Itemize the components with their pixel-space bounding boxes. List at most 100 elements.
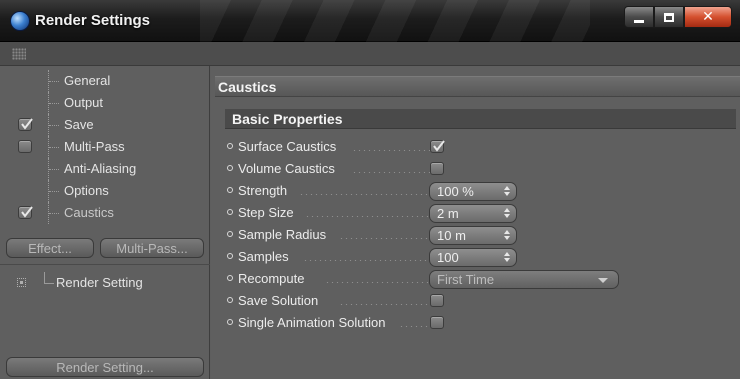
tree-line (48, 180, 60, 202)
render-setting-icon (17, 278, 26, 287)
stepper-arrows-icon[interactable] (504, 186, 510, 197)
animate-bullet-icon[interactable] (227, 275, 233, 281)
minimize-icon (634, 19, 644, 23)
sidebar-item-general[interactable]: General (0, 70, 210, 92)
property-label: Single Animation Solution (238, 315, 386, 330)
animate-bullet-icon[interactable] (227, 165, 233, 171)
tree-line (48, 70, 60, 92)
effect-button[interactable]: Effect... (6, 238, 94, 258)
drag-grip-icon[interactable] (12, 48, 26, 60)
sidebar-item-output[interactable]: Output (0, 92, 210, 114)
leader-dots (339, 304, 433, 305)
step-size-value: 2 m (437, 206, 459, 221)
checkmark-icon (21, 206, 33, 218)
animate-bullet-icon[interactable] (227, 319, 233, 325)
recompute-value: First Time (437, 272, 495, 287)
tree-line (48, 202, 60, 224)
caustics-panel: Caustics Basic Properties Surface Causti… (211, 66, 740, 379)
sidebar-item-label: Options (64, 183, 109, 198)
title-bar[interactable]: Render Settings ✕ (0, 0, 740, 42)
leader-dots (339, 238, 433, 239)
animate-bullet-icon[interactable] (227, 187, 233, 193)
animate-bullet-icon[interactable] (227, 209, 233, 215)
sidebar-item-label: Multi-Pass (64, 139, 125, 154)
leader-dots (352, 150, 433, 151)
sidebar-item-multi-pass[interactable]: Multi-Pass (0, 136, 210, 158)
cinema4d-app-icon (10, 11, 30, 31)
close-button[interactable]: ✕ (684, 6, 732, 28)
render-setting-button[interactable]: Render Setting... (6, 357, 204, 377)
title-bar-decoration (200, 0, 590, 42)
maximize-icon (664, 12, 674, 22)
stepper-arrows-icon[interactable] (504, 230, 510, 241)
window-controls: ✕ (624, 6, 732, 28)
sample-radius-field[interactable]: 10 m (429, 226, 517, 245)
leader-dots (399, 326, 433, 327)
leader-dots (325, 282, 433, 283)
property-label: Recompute (238, 271, 305, 286)
sidebar-item-label: Save (64, 117, 94, 132)
surface-caustics-row: Surface Caustics (227, 136, 647, 158)
settings-sidebar: General Output Save Multi-Pass Anti-Alia… (0, 66, 210, 379)
property-label: Save Solution (238, 293, 319, 308)
save-solution-row: Save Solution (227, 290, 647, 312)
sidebar-divider (0, 264, 210, 265)
step-size-field[interactable]: 2 m (429, 204, 517, 223)
leader-dots (305, 216, 433, 217)
single-animation-solution-checkbox[interactable] (430, 316, 444, 329)
leader-dots (303, 260, 433, 261)
save-solution-checkbox[interactable] (430, 294, 444, 307)
minimize-button[interactable] (624, 6, 654, 28)
sidebar-item-label: Caustics (64, 205, 114, 220)
property-label: Step Size (238, 205, 294, 220)
strength-field[interactable]: 100 % (429, 182, 517, 201)
caustics-enable-checkbox[interactable] (18, 206, 33, 219)
leader-dots (352, 172, 433, 173)
sidebar-item-anti-aliasing[interactable]: Anti-Aliasing (0, 158, 210, 180)
volume-caustics-row: Volume Caustics (227, 158, 647, 180)
sidebar-item-save[interactable]: Save (0, 114, 210, 136)
property-label: Volume Caustics (238, 161, 335, 176)
multi-pass-enable-checkbox[interactable] (18, 140, 32, 153)
property-label: Surface Caustics (238, 139, 337, 154)
animate-bullet-icon[interactable] (227, 143, 233, 149)
property-label: Strength (238, 183, 288, 198)
animate-bullet-icon[interactable] (227, 297, 233, 303)
render-setting-label: Render Setting (56, 275, 143, 290)
tree-line (48, 136, 60, 158)
strength-row: Strength 100 % (227, 180, 647, 202)
sidebar-item-label: Output (64, 95, 104, 110)
property-label: Sample Radius (238, 227, 327, 242)
samples-value: 100 (437, 250, 459, 265)
section-title: Caustics (215, 76, 740, 97)
step-size-row: Step Size 2 m (227, 202, 647, 224)
toolbar (0, 42, 740, 66)
sidebar-item-options[interactable]: Options (0, 180, 210, 202)
render-setting-item[interactable]: Render Setting (0, 272, 210, 294)
save-enable-checkbox[interactable] (18, 118, 33, 131)
stepper-arrows-icon[interactable] (504, 208, 510, 219)
samples-field[interactable]: 100 (429, 248, 517, 267)
animate-bullet-icon[interactable] (227, 253, 233, 259)
settings-nav-list: General Output Save Multi-Pass Anti-Alia… (0, 70, 210, 224)
maximize-button[interactable] (654, 6, 684, 28)
checkmark-icon (21, 118, 33, 130)
tree-line (48, 92, 60, 114)
single-animation-solution-row: Single Animation Solution (227, 312, 647, 334)
sidebar-item-caustics[interactable]: Caustics (0, 202, 210, 224)
recompute-dropdown[interactable]: First Time (429, 270, 619, 289)
close-icon: ✕ (702, 9, 714, 25)
multi-pass-button[interactable]: Multi-Pass... (100, 238, 204, 258)
leader-dots (299, 194, 433, 195)
sidebar-item-label: Anti-Aliasing (64, 161, 137, 176)
sidebar-item-label: General (64, 73, 111, 88)
volume-caustics-checkbox[interactable] (430, 162, 444, 175)
surface-caustics-checkbox[interactable] (430, 140, 445, 153)
animate-bullet-icon[interactable] (227, 231, 233, 237)
stepper-arrows-icon[interactable] (504, 252, 510, 263)
property-label: Samples (238, 249, 289, 264)
group-title: Basic Properties (225, 109, 736, 129)
tree-line (48, 158, 60, 180)
samples-row: Samples 100 (227, 246, 647, 268)
tree-line (44, 272, 54, 284)
